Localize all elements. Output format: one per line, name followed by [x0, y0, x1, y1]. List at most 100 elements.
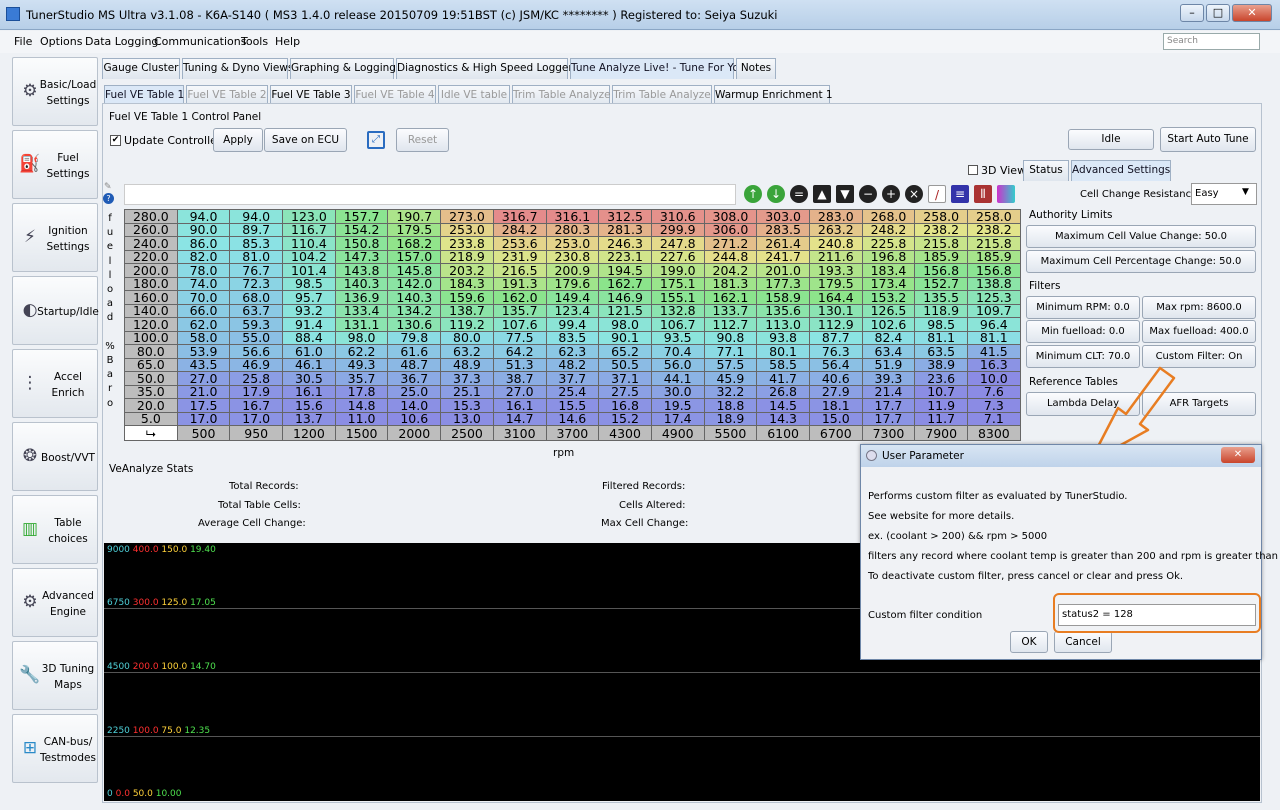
ve-cell[interactable]: 38.9 [914, 357, 968, 372]
ve-cell[interactable]: 62.2 [334, 344, 389, 359]
tab-notes[interactable]: Notes [736, 58, 776, 79]
ve-cell[interactable]: 17.5 [176, 398, 231, 413]
load-axis-cell[interactable]: 220.0 [124, 249, 178, 264]
ve-cell[interactable]: 109.7 [967, 303, 1021, 318]
ve-cell[interactable]: 63.7 [229, 303, 284, 318]
ve-cell[interactable]: 90.8 [703, 330, 758, 345]
ve-cell[interactable]: 299.9 [650, 222, 705, 237]
load-axis-cell[interactable]: 100.0 [124, 330, 178, 345]
ve-cell[interactable]: 135.5 [914, 290, 968, 305]
rpm-axis-cell[interactable]: 5500 [703, 425, 758, 441]
ve-cell[interactable]: 93.5 [650, 330, 705, 345]
ve-cell[interactable]: 93.2 [282, 303, 336, 318]
ve-cell[interactable]: 43.5 [176, 357, 231, 372]
ve-cell[interactable]: 19.5 [650, 398, 705, 413]
menu-tools[interactable]: Tools [241, 35, 268, 48]
ve-cell[interactable]: 261.4 [756, 236, 810, 251]
ve-cell[interactable]: 15.2 [598, 411, 652, 426]
tab-diagnostics[interactable]: Diagnostics & High Speed Loggers [396, 58, 578, 79]
ve-cell[interactable]: 123.0 [282, 209, 336, 224]
ve-cell[interactable]: 11.7 [914, 411, 968, 426]
ve-cell[interactable]: 132.8 [650, 303, 705, 318]
ve-cell[interactable]: 162.0 [492, 290, 547, 305]
load-axis-cell[interactable]: 260.0 [124, 222, 178, 237]
tab-tuning-dyno[interactable]: Tuning & Dyno Views [182, 58, 293, 79]
ve-cell[interactable]: 157.7 [334, 209, 389, 224]
ve-cell[interactable]: 106.7 [650, 317, 705, 332]
ve-cell[interactable]: 10.0 [967, 371, 1021, 386]
ve-cell[interactable]: 215.8 [914, 236, 968, 251]
close-button[interactable]: ✕ [1232, 4, 1272, 22]
ve-cell[interactable]: 273.0 [440, 209, 494, 224]
tab-status[interactable]: Status [1023, 160, 1069, 181]
reset-button[interactable]: Reset [396, 128, 449, 152]
ve-cell[interactable]: 59.3 [229, 317, 284, 332]
ve-cell[interactable]: 58.0 [176, 330, 231, 345]
ve-cell[interactable]: 179.6 [545, 276, 600, 291]
ve-cell[interactable]: 16.7 [229, 398, 284, 413]
ve-cell[interactable]: 190.7 [387, 209, 442, 224]
ve-cell[interactable]: 215.8 [967, 236, 1021, 251]
ve-cell[interactable]: 258.0 [967, 209, 1021, 224]
ve-cell[interactable]: 316.7 [492, 209, 547, 224]
load-axis-cell[interactable]: 160.0 [124, 290, 178, 305]
start-auto-tune-button[interactable]: Start Auto Tune [1160, 127, 1256, 152]
ve-cell[interactable]: 15.0 [808, 411, 863, 426]
ve-cell[interactable]: 63.2 [440, 344, 494, 359]
ve-cell[interactable]: 14.3 [756, 411, 810, 426]
ve-cell[interactable]: 17.8 [334, 384, 389, 399]
ve-cell[interactable]: 58.5 [756, 357, 810, 372]
ve-cell[interactable]: 77.5 [492, 330, 547, 345]
ve-cell[interactable]: 308.0 [703, 209, 758, 224]
ve-cell[interactable]: 312.5 [598, 209, 652, 224]
ve-cell[interactable]: 126.5 [861, 303, 916, 318]
ve-cell[interactable]: 147.3 [334, 249, 389, 264]
ve-cell[interactable]: 177.3 [756, 276, 810, 291]
ve-cell[interactable]: 113.0 [756, 317, 810, 332]
menu-options[interactable]: Options [40, 35, 82, 48]
ve-cell[interactable]: 64.2 [492, 344, 547, 359]
ve-cell[interactable]: 11.9 [914, 398, 968, 413]
ve-cell[interactable]: 25.8 [229, 371, 284, 386]
ve-cell[interactable]: 119.2 [440, 317, 494, 332]
ve-cell[interactable]: 77.1 [703, 344, 758, 359]
rpm-axis-cell[interactable]: 1200 [282, 425, 336, 441]
ve-cell[interactable]: 38.7 [492, 371, 547, 386]
ve-cell[interactable]: 303.0 [756, 209, 810, 224]
ve-cell[interactable]: 225.8 [861, 236, 916, 251]
tab-gauge-cluster[interactable]: Gauge Cluster [102, 58, 180, 79]
multiply-icon[interactable]: × [905, 185, 923, 203]
ve-cell[interactable]: 94.0 [229, 209, 284, 224]
rpm-axis-cell[interactable]: 1500 [334, 425, 389, 441]
ve-cell[interactable]: 41.7 [756, 371, 810, 386]
ve-cell[interactable]: 48.2 [545, 357, 600, 372]
load-axis-cell[interactable]: 80.0 [124, 344, 178, 359]
ve-cell[interactable]: 104.2 [282, 249, 336, 264]
increment-icon[interactable]: ↑ [744, 185, 762, 203]
ve-cell[interactable]: 85.3 [229, 236, 284, 251]
ve-cell[interactable]: 173.4 [861, 276, 916, 291]
ve-cell[interactable]: 90.0 [176, 222, 231, 237]
ve-cell[interactable]: 253.0 [440, 222, 494, 237]
ve-cell[interactable]: 281.3 [598, 222, 652, 237]
sidebar-item-3d-tuning[interactable]: 🔧 3D Tuning Maps [12, 641, 98, 710]
ve-cell[interactable]: 153.2 [861, 290, 916, 305]
max-cell-value-button[interactable]: Maximum Cell Value Change: 50.0 [1026, 225, 1256, 248]
ve-cell[interactable]: 83.5 [545, 330, 600, 345]
ok-button[interactable]: OK [1010, 631, 1048, 653]
ve-cell[interactable]: 15.6 [282, 398, 336, 413]
ve-cell[interactable]: 140.3 [334, 276, 389, 291]
ve-cell[interactable]: 80.1 [756, 344, 810, 359]
ve-cell[interactable]: 13.0 [440, 411, 494, 426]
ve-cell[interactable]: 131.1 [334, 317, 389, 332]
rpm-axis-cell[interactable]: 6100 [756, 425, 810, 441]
ve-cell[interactable]: 14.8 [334, 398, 389, 413]
ve-cell[interactable]: 238.2 [967, 222, 1021, 237]
ve-cell[interactable]: 89.7 [229, 222, 284, 237]
ve-cell[interactable]: 280.3 [545, 222, 600, 237]
ve-cell[interactable]: 16.1 [492, 398, 547, 413]
ve-cell[interactable]: 16.8 [598, 398, 652, 413]
ve-cell[interactable]: 17.0 [176, 411, 231, 426]
ve-cell[interactable]: 86.0 [176, 236, 231, 251]
minus-icon[interactable]: − [859, 185, 877, 203]
